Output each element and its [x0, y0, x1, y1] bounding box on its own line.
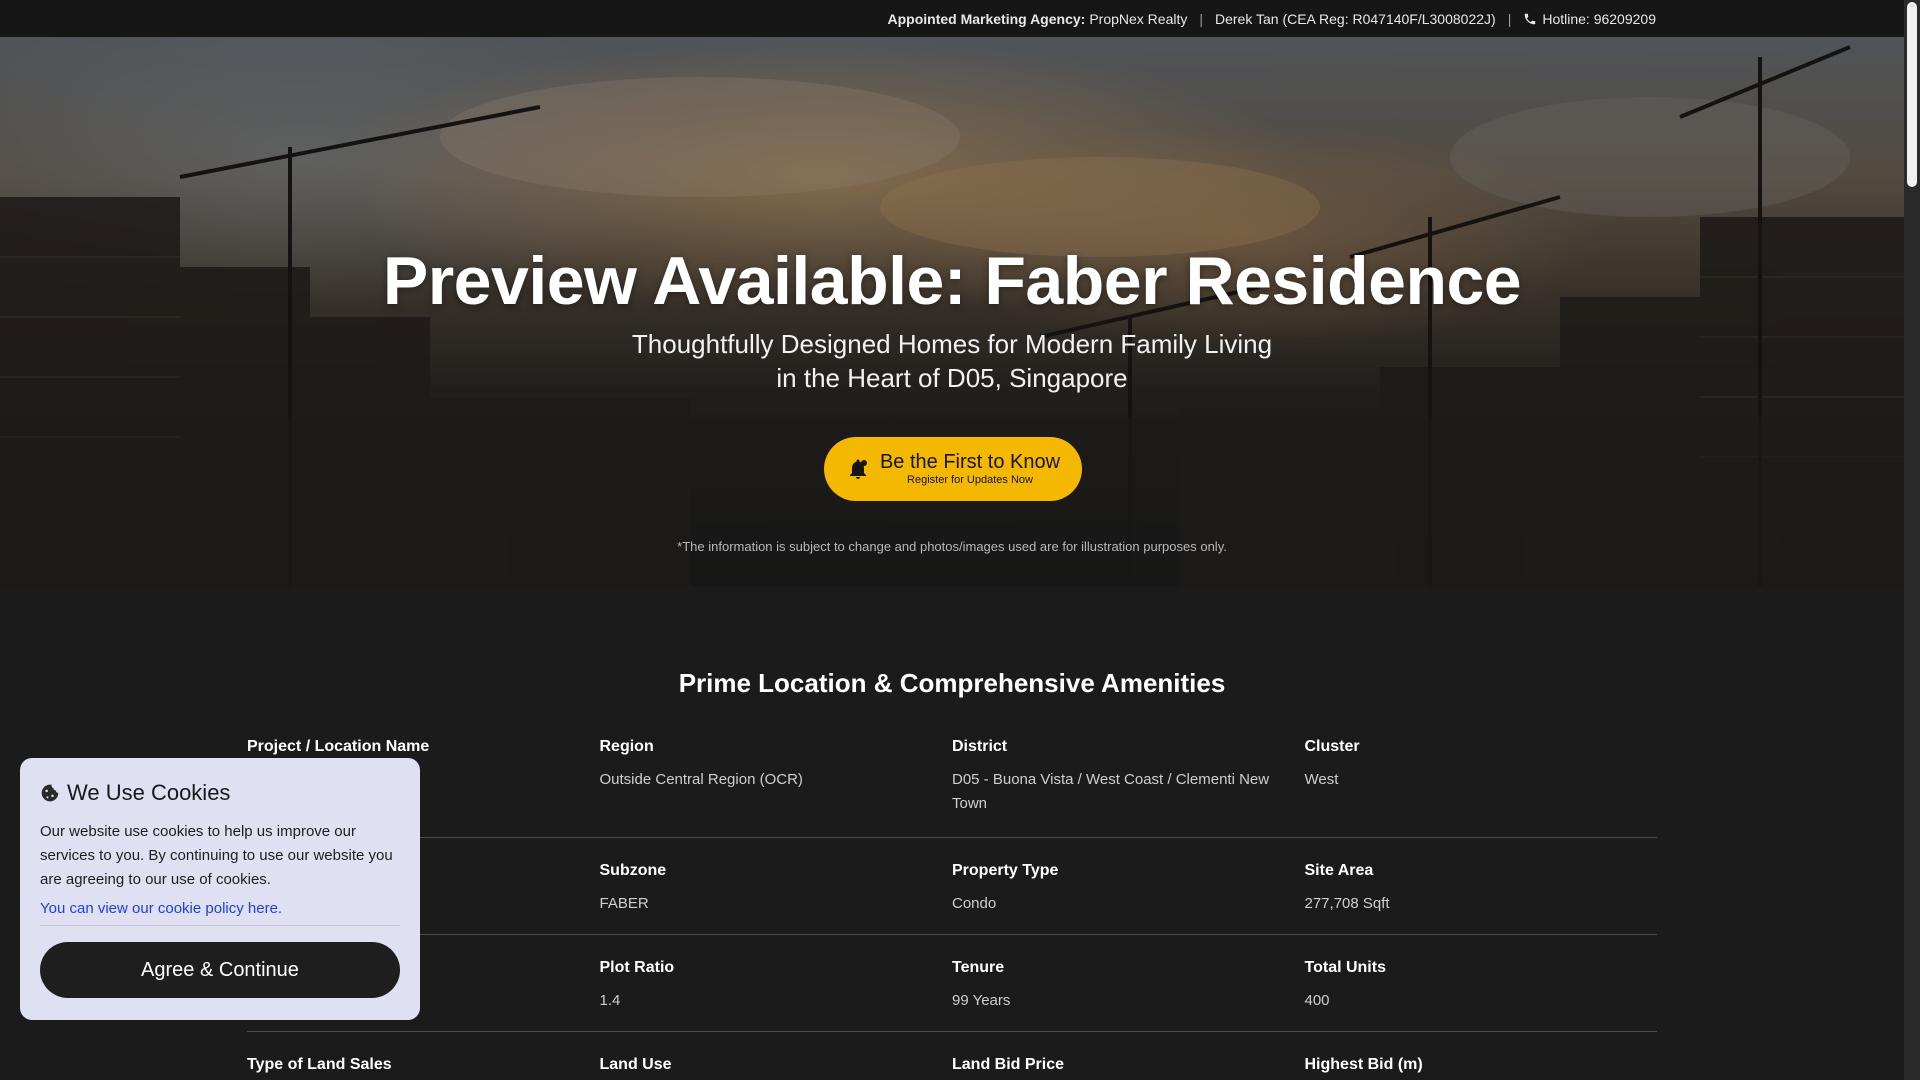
detail-cell: Type of Land Sales	[247, 1056, 600, 1080]
scrollbar-thumb[interactable]	[1907, 2, 1917, 187]
separator: |	[1199, 10, 1203, 27]
detail-label: Project / Location Name	[247, 738, 430, 755]
detail-value: 1.4	[599, 992, 621, 1009]
detail-cell: Site Area 277,708 Sqft	[1305, 862, 1658, 934]
detail-label: Type of Land Sales	[247, 1056, 392, 1073]
disclaimer-text: *The information is subject to change an…	[677, 539, 1227, 554]
detail-value: 99 Years	[952, 992, 1011, 1009]
detail-value: Condo	[952, 895, 997, 912]
detail-value: D05 - Buona Vista / West Coast / Clement…	[952, 771, 1270, 812]
hotline-number: 96209209	[1593, 10, 1656, 27]
agency-info: Appointed Marketing Agency: PropNex Real…	[887, 11, 1187, 27]
cookie-header: We Use Cookies	[40, 780, 400, 806]
agency-label: Appointed Marketing Agency:	[887, 10, 1086, 27]
agent-info: Derek Tan (CEA Reg: R047140F/L3008022J)	[1215, 10, 1496, 27]
detail-cell: Highest Bid (m)	[1305, 1056, 1658, 1080]
cookie-policy-link[interactable]: You can view our cookie policy here.	[40, 900, 400, 926]
cookie-title: We Use Cookies	[67, 780, 231, 805]
details-row: Project / Location NameFABER RESIDENCE R…	[247, 735, 1657, 838]
detail-cell: Region Outside Central Region (OCR)	[600, 738, 953, 837]
detail-cell: Tenure 99 Years	[952, 959, 1305, 1031]
detail-label: Highest Bid (m)	[1304, 1056, 1423, 1073]
detail-label: Land Bid Price	[952, 1056, 1065, 1073]
detail-value: West	[1304, 771, 1339, 788]
page-scrollbar[interactable]	[1904, 0, 1920, 1080]
project-details-grid: Project / Location NameFABER RESIDENCE R…	[247, 735, 1657, 1080]
agency-value: PropNex Realty	[1089, 10, 1188, 27]
detail-value: 277,708 Sqft	[1304, 895, 1390, 912]
details-row: Type of Land Sales Land Use Land Bid Pri…	[247, 1032, 1657, 1080]
cta-main-label: Be the First to Know	[879, 451, 1061, 473]
detail-cell: Plot Ratio 1.4	[600, 959, 953, 1031]
detail-cell: Land Bid Price	[952, 1056, 1305, 1080]
detail-label: Cluster	[1304, 738, 1360, 755]
detail-cell: District D05 - Buona Vista / West Coast /…	[952, 738, 1305, 837]
agree-continue-button[interactable]: Agree & Continue	[40, 942, 400, 998]
details-row: Gross Floor Area388,791 Sqft Plot Ratio1…	[247, 935, 1657, 1032]
hotline-label: Hotline:	[1542, 10, 1590, 27]
detail-label: Property Type	[952, 862, 1059, 879]
bell-icon	[849, 459, 867, 479]
details-row: Planning AreaClementi SubzoneFABER Prope…	[247, 838, 1657, 935]
detail-label: Region	[599, 738, 654, 755]
detail-value: 400	[1304, 992, 1330, 1009]
detail-cell: Total Units 400	[1305, 959, 1658, 1031]
detail-label: Site Area	[1304, 862, 1374, 879]
detail-cell: Subzone FABER	[600, 862, 953, 934]
separator: |	[1507, 10, 1512, 27]
detail-cell: Cluster West	[1305, 738, 1658, 837]
cookie-body: Our website use cookies to help us impro…	[40, 823, 393, 888]
detail-value: FABER	[599, 895, 649, 912]
detail-label: Subzone	[599, 862, 667, 879]
hotline-link[interactable]: Hotline: 96209209	[1523, 11, 1656, 27]
detail-cell: Land Use	[600, 1056, 953, 1080]
top-bar: Appointed Marketing Agency: PropNex Real…	[0, 0, 1904, 37]
cookie-banner: We Use Cookies Our website use cookies t…	[20, 758, 420, 1020]
phone-icon	[1525, 13, 1536, 24]
detail-label: Plot Ratio	[599, 959, 675, 976]
section-title: Prime Location & Comprehensive Amenities	[678, 668, 1226, 698]
cta-sub-label: Register for Updates Now	[907, 474, 1033, 486]
cookie-icon	[41, 784, 59, 802]
hero-content: Preview Available: Faber Residence Thoug…	[0, 37, 1904, 587]
page-title: Preview Available: Faber Residence	[382, 243, 1522, 319]
detail-cell: Property Type Condo	[952, 862, 1305, 934]
hero-subtitle: Thoughtfully Designed Homes for Modern F…	[631, 329, 1273, 393]
detail-label: Total Units	[1304, 959, 1386, 976]
detail-label: Land Use	[599, 1056, 672, 1073]
register-updates-button[interactable]: Be the First to Know Register for Update…	[824, 437, 1082, 501]
detail-label: Tenure	[952, 959, 1005, 976]
hero-section: Preview Available: Faber Residence Thoug…	[0, 37, 1904, 587]
detail-label: District	[952, 738, 1008, 755]
detail-value: Outside Central Region (OCR)	[599, 771, 803, 788]
